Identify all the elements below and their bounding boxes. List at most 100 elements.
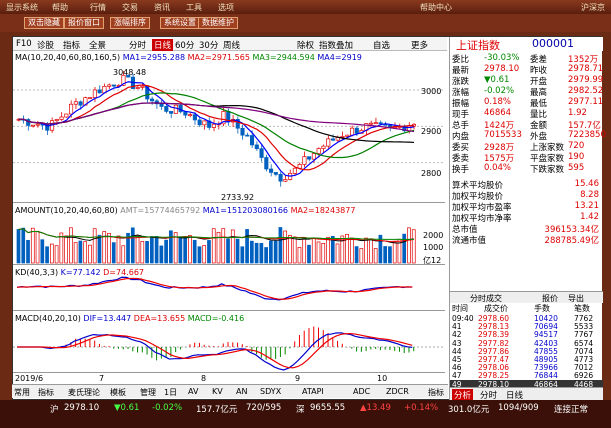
quote-value: ▼0.61 (484, 75, 510, 85)
indicator-button[interactable]: 麦氏理论 (68, 387, 100, 398)
candle-body (283, 179, 288, 182)
indicator-bar: 常用指标麦氏理论模板管理1日AVKVANSDYXATAPIADCZDCR指标分享 (12, 384, 448, 408)
tick-row[interactable]: 09:40 2978.60 10420 7762 (450, 314, 603, 323)
price-svg (13, 70, 445, 187)
kd-chart[interactable]: KD(40,3,3) K=77.142 D=74.667 (13, 267, 445, 311)
amount-bar (402, 233, 407, 264)
tick-row[interactable]: 43 2977.82 42403 6574 (450, 339, 603, 348)
tab-f10[interactable]: F10 (16, 39, 32, 49)
amount-bar (97, 234, 102, 264)
toolbar-button-4[interactable]: 数据维护 (198, 17, 238, 29)
status-item: 9655.55 (310, 403, 346, 413)
amount-ma-line (18, 228, 414, 242)
macd-chart[interactable]: MACD(40,20,10) DIF=13.447 DEA=13.655 MAC… (13, 313, 445, 373)
menu-item-5[interactable]: 工具 (186, 2, 202, 13)
menu-item-0[interactable]: 显示系统 (6, 2, 38, 13)
candle-body (311, 153, 316, 160)
amount-bar (30, 227, 35, 264)
candle-body (164, 106, 169, 112)
amount-bar (349, 237, 354, 264)
quote-value: -0.02% (484, 86, 515, 96)
price-axis-2800: 2800 (421, 169, 442, 178)
candle-body (173, 104, 178, 114)
tab-60min[interactable]: 60分 (175, 39, 194, 51)
candle-body (269, 168, 274, 173)
macd-dif-line (17, 332, 413, 371)
candle-body (259, 148, 264, 158)
menu-item-3[interactable]: 交易 (122, 2, 138, 13)
amount-chart[interactable]: AMOUNT(10,20,40,60,80) AMT=15774465792 M… (13, 205, 445, 265)
tick-row[interactable]: 45 2977.47 48905 4773 (450, 355, 603, 364)
indicator-button[interactable]: 常用 (14, 387, 30, 398)
amount-bar (316, 241, 321, 264)
status-item: 301.0亿元 (448, 405, 490, 415)
stat-row: 加权平均市盈率 13.21 (450, 201, 603, 213)
candle-body (211, 123, 216, 128)
toolbar-button-0[interactable]: 双击隐藏 (24, 17, 64, 29)
tick-header-vol: 手数 (534, 304, 550, 313)
menu-item-1[interactable]: 帮助 (52, 2, 68, 13)
indicator-button[interactable]: 模板 (110, 387, 126, 398)
tab-more[interactable]: 更多 (411, 39, 428, 51)
indicator-button[interactable]: 指标 (38, 387, 54, 398)
quote-value: 46864 (484, 108, 512, 118)
amount-bar (40, 239, 45, 264)
tick-row[interactable]: 46 2978.06 73966 7012 (450, 363, 603, 372)
tab-exright[interactable]: 除权 (297, 39, 314, 51)
amount-bar (78, 240, 83, 264)
tick-tabs: 分时成交 报价 导出 (450, 291, 603, 303)
indicator-button[interactable]: ADC (353, 387, 370, 396)
right-bottom-tabs: 分析 分时 日线 (450, 387, 603, 401)
amount-bar (226, 238, 230, 264)
indicator-button[interactable]: 管理 (140, 387, 156, 398)
candle-body (378, 122, 383, 125)
tab-indicator[interactable]: 指标 (63, 39, 80, 51)
stat-row: 加权平均市净率 1.42 (450, 212, 603, 224)
amount-bar (245, 229, 249, 264)
tick-row[interactable]: 44 2977.86 47855 7074 (450, 347, 603, 356)
price-chart[interactable]: MA(10,20,40,60,80,160,5) MA1=2955.288 MA… (13, 51, 445, 203)
toolbar-button-1[interactable]: 报价窗口 (64, 17, 104, 29)
candle-body (369, 122, 374, 125)
high-label: 3048.48 (113, 68, 147, 77)
tab-overlay[interactable]: 指数叠加 (319, 39, 353, 51)
indicator-button[interactable]: ATAPI (302, 387, 324, 396)
indicator-button[interactable]: 1日 (164, 387, 177, 398)
ma-line (18, 102, 415, 144)
indicator-button[interactable]: KV (212, 387, 223, 396)
amount-bar (192, 239, 197, 264)
tab-intraday[interactable]: 分时 (129, 39, 146, 51)
tab-panorama[interactable]: 全景 (89, 39, 106, 51)
indicator-button[interactable]: SDYX (260, 387, 281, 396)
amount-bar (288, 234, 292, 264)
toolbar-button-3[interactable]: 系统设置 (160, 17, 200, 29)
tick-row[interactable]: 42 2978.39 94517 7767 (450, 330, 603, 339)
amount-bar (326, 236, 330, 264)
menu-item-6[interactable]: 选项 (218, 2, 234, 13)
index-name: 上证指数 (456, 39, 500, 52)
indicator-button[interactable]: AN (236, 387, 247, 396)
status-item: 深 (296, 405, 305, 415)
tick-row[interactable]: 47 2978.25 76844 6926 (450, 371, 603, 380)
tab-daily[interactable]: 日线 (152, 39, 174, 51)
menu-item-2[interactable]: 行情 (90, 2, 106, 13)
candle-body (245, 134, 250, 137)
quote-row: 涨跌 ▼0.61 开盘 2979.99 (450, 75, 603, 87)
amount-axis-2000: 2000 (423, 231, 444, 240)
menu-item-4[interactable]: 资讯 (154, 2, 170, 13)
indicator-button[interactable]: ZDCR (386, 387, 409, 396)
amount-bar (269, 240, 273, 264)
tab-30min[interactable]: 30分 (199, 39, 218, 51)
menu-item-7[interactable]: 帮助中心 (420, 2, 452, 13)
amount-bar (207, 240, 211, 264)
x-label-1: 7 (99, 374, 105, 383)
x-label-0: 2019/6 (15, 374, 44, 383)
tab-diagnose[interactable]: 诊股 (37, 39, 54, 51)
status-item: 连接正常 (554, 405, 589, 415)
toolbar-button-2[interactable]: 涨幅排序 (110, 17, 150, 29)
tab-watchlist[interactable]: 自选 (373, 39, 390, 51)
tab-weekly[interactable]: 周线 (223, 39, 240, 51)
amount-bar (364, 237, 368, 264)
indicator-button[interactable]: AV (188, 387, 198, 396)
tick-row[interactable]: 41 2978.13 70694 5533 (450, 322, 603, 331)
